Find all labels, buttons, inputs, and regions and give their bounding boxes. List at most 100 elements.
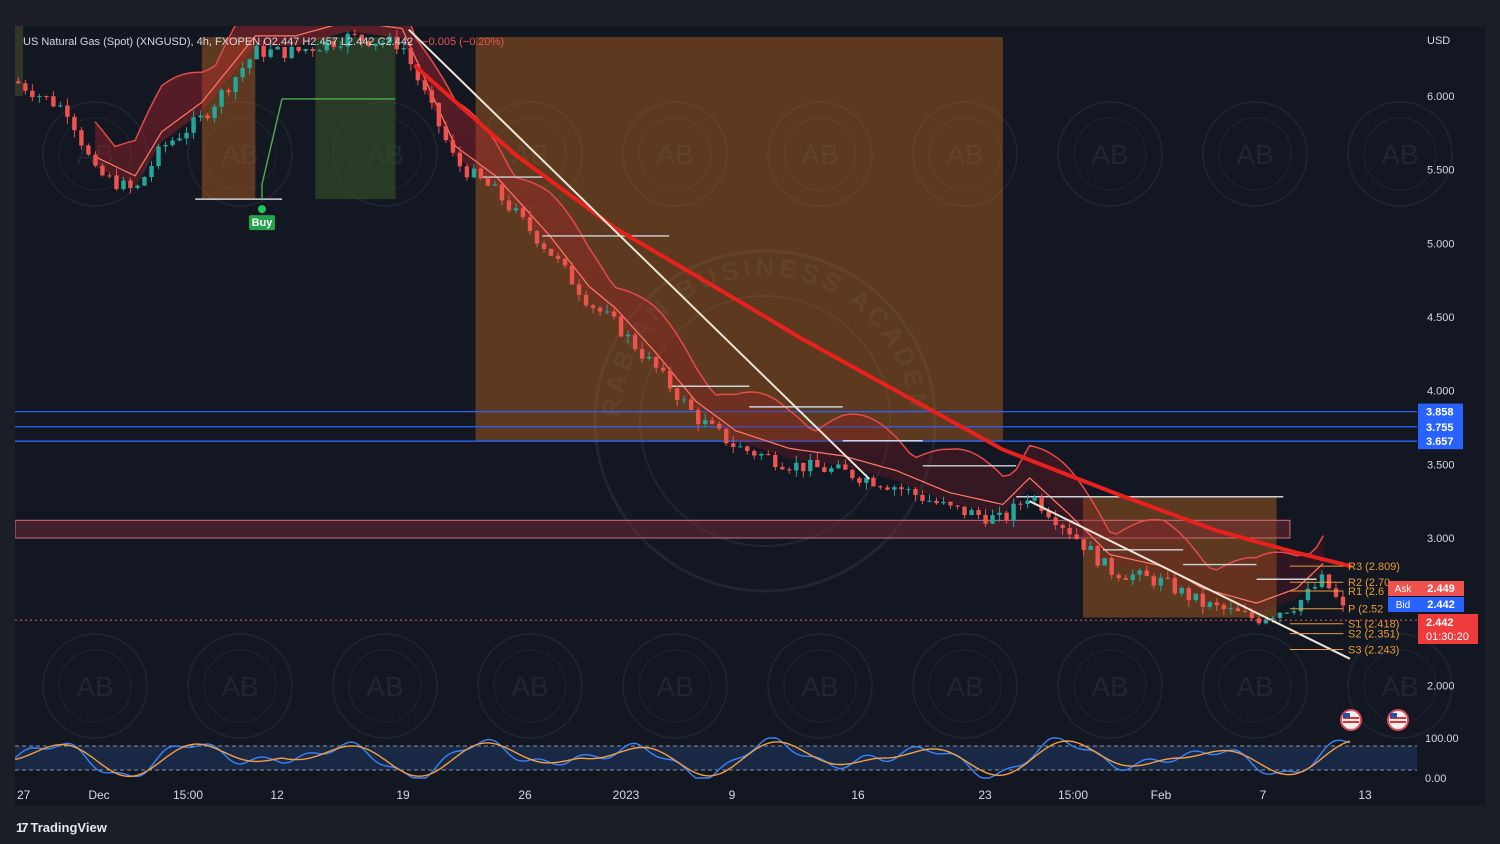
candle-body — [618, 316, 624, 337]
candle-body — [436, 102, 442, 127]
candle-body — [443, 126, 449, 141]
price-tick: 5.500 — [1427, 165, 1455, 177]
candle-body — [1221, 605, 1227, 610]
watermark-text: AB — [1236, 671, 1273, 702]
candle-body — [429, 90, 435, 103]
chart-header: US Natural Gas (Spot) (XNGUSD), 4h, FXOP… — [23, 36, 504, 48]
candle-body — [1067, 527, 1072, 535]
candle-body — [1193, 593, 1199, 601]
candle-body — [1249, 611, 1255, 619]
bar-countdown: 01:30:20 — [1426, 631, 1469, 643]
candle-body — [485, 178, 491, 186]
candle-body — [976, 510, 981, 515]
time-tick: 7 — [1260, 788, 1267, 802]
us-flag-icon[interactable] — [1340, 709, 1362, 731]
candle-body — [520, 208, 526, 218]
candle-body — [1011, 503, 1016, 521]
watermark-text: AB — [511, 671, 548, 702]
event-flags[interactable] — [1340, 709, 1409, 731]
candle-body — [1305, 588, 1311, 601]
us-flag-icon[interactable] — [1387, 709, 1409, 731]
candle-body — [857, 478, 862, 483]
candle-body — [198, 115, 203, 118]
watermark-text: AB — [1381, 139, 1418, 170]
candle-body — [1053, 517, 1058, 526]
candle-body — [899, 487, 904, 490]
candle-body — [1228, 608, 1234, 610]
candle-body — [913, 489, 918, 495]
oscillator-pane[interactable] — [14, 737, 1417, 779]
candle-body — [191, 117, 196, 133]
candle-body — [513, 208, 519, 211]
time-tick: 12 — [270, 788, 284, 802]
ask-price: 2.449 — [1427, 583, 1455, 595]
candle-body — [1144, 570, 1149, 577]
candle-body — [1130, 574, 1135, 580]
currency-label: USD — [1427, 35, 1450, 47]
candle-body — [408, 48, 414, 65]
watermark-badge: AB — [1202, 101, 1308, 207]
candle-body — [583, 294, 589, 306]
tradingview-branding[interactable]: 17 TradingView — [16, 818, 107, 836]
watermark-text: AB — [946, 671, 983, 702]
candle-body — [766, 454, 771, 456]
oscillator-band — [15, 746, 1417, 770]
time-axis[interactable]: 27 Dec 15:00 12 19 26 2023 9 16 23 15:00 Feb 7 13 — [17, 788, 1372, 802]
buy-signal-label: Buy — [252, 217, 274, 229]
watermark-text: AB — [1091, 139, 1128, 170]
candle-body — [16, 81, 21, 84]
candle-body — [352, 33, 357, 35]
candle-body — [303, 49, 308, 51]
chart-svg[interactable]: ABABABABABABABABABABABABABABABABABABABAB… — [14, 0, 1485, 806]
candle-body — [843, 464, 848, 470]
candle-body — [597, 307, 603, 312]
time-tick: 13 — [1358, 788, 1372, 802]
symbol-ohlc: US Natural Gas (Spot) (XNGUSD), 4h, FXOP… — [23, 36, 413, 48]
candle-body — [1018, 503, 1023, 505]
pivot-label: S3 (2.243) — [1348, 645, 1399, 657]
supertrend-flip — [261, 98, 283, 200]
candle-body — [58, 105, 63, 107]
watermark-text: AB — [801, 671, 838, 702]
bid-label: Bid — [1396, 600, 1410, 611]
candle-body — [850, 469, 855, 479]
candle-body — [114, 175, 119, 190]
tradingview-label: TradingView — [30, 819, 107, 835]
candle-body — [1256, 618, 1262, 624]
candle-body — [93, 154, 98, 166]
candle-body — [822, 467, 827, 472]
candle-body — [282, 46, 287, 58]
candle-body — [72, 116, 77, 131]
candle-body — [1200, 593, 1206, 607]
watermark-badge: AB — [767, 633, 873, 739]
candle-body — [604, 311, 610, 313]
candle-body — [611, 311, 617, 317]
candle-body — [268, 49, 273, 57]
candle-body — [569, 265, 575, 285]
candle-body — [1207, 602, 1213, 607]
time-tick: 19 — [396, 788, 410, 802]
candle-body — [969, 510, 974, 516]
watermark-badge: AB — [622, 633, 728, 739]
pivot-label: R3 (2.809) — [1348, 561, 1400, 573]
buy-signal[interactable]: Buy — [248, 205, 275, 231]
candle-body — [829, 468, 834, 472]
candle-body — [702, 420, 708, 425]
candle-body — [555, 255, 561, 259]
tradingview-logo-icon: 17 — [16, 819, 29, 835]
chart-frame[interactable]: ABABABABABABABABABABABABABABABABABABABAB… — [14, 0, 1485, 806]
candle-body — [548, 248, 554, 256]
candle-body — [948, 501, 953, 506]
candle-body — [646, 356, 652, 359]
candle-body — [534, 230, 540, 244]
candle-body — [1319, 574, 1325, 588]
candle-body — [1186, 588, 1191, 601]
candle-body — [710, 420, 715, 424]
level-badge-text: 3.657 — [1426, 436, 1454, 448]
candle-body — [731, 443, 736, 447]
candle-body — [205, 115, 210, 119]
candle-body — [801, 462, 806, 472]
candle-body — [1284, 612, 1290, 614]
candle-body — [885, 487, 890, 490]
candle-body — [1326, 574, 1332, 589]
